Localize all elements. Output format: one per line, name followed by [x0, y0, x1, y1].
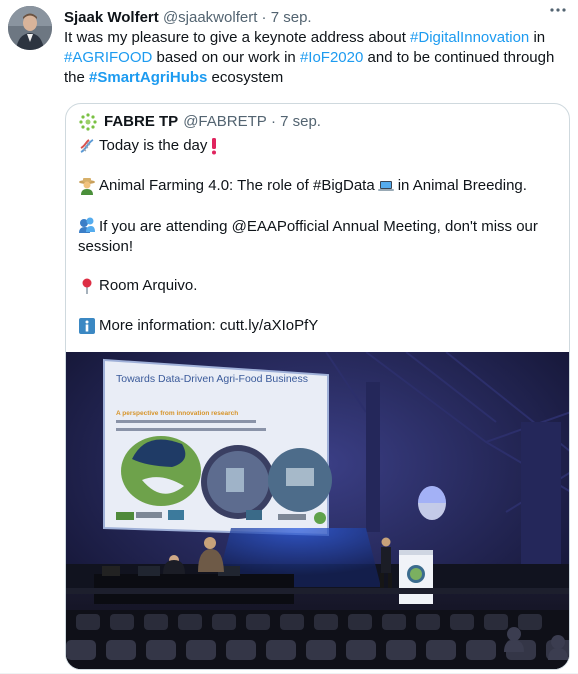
- tweet-text-part: in: [529, 29, 546, 46]
- quote-line: More information: cutt.ly/aXIoPfY: [78, 316, 558, 336]
- exclamation-icon: [212, 138, 217, 155]
- tweet-text: It was my pleasure to give a keynote add…: [64, 28, 564, 88]
- hashtag-link[interactable]: #SmartAgriHubs: [89, 69, 207, 86]
- tweet-date[interactable]: 7 sep.: [271, 9, 312, 26]
- quote-line-text: Room Arquivo.: [99, 277, 198, 294]
- slide-title: Towards Data-Driven Agri-Food Business: [116, 373, 308, 385]
- avatar[interactable]: [8, 6, 52, 50]
- quote-avatar[interactable]: [78, 112, 98, 132]
- more-icon[interactable]: [548, 4, 568, 16]
- tweet-header: Sjaak Wolfert @sjaakwolfert · 7 sep.: [64, 8, 564, 28]
- quote-header: FABRE TP @FABRETP · 7 sep.: [78, 112, 321, 132]
- tweet[interactable]: Sjaak Wolfert @sjaakwolfert · 7 sep. It …: [0, 0, 578, 674]
- author-name[interactable]: Sjaak Wolfert: [64, 9, 159, 26]
- quote-line-text: More information: cutt.ly/aXIoPfY: [99, 317, 319, 334]
- laptop-icon: [377, 181, 394, 191]
- hashtag-link[interactable]: #AGRIFOOD: [64, 49, 152, 66]
- quote-line-text: Animal Farming 4.0: The role of #BigData: [99, 177, 375, 194]
- quote-line: Room Arquivo.: [78, 276, 558, 296]
- tweet-text-part: It was my pleasure to give a keynote add…: [64, 29, 411, 46]
- media-image[interactable]: Towards Data-Driven Agri-Food Business A…: [66, 352, 569, 669]
- tweet-text-part: ecosystem: [207, 69, 284, 86]
- dna-icon: [80, 139, 94, 153]
- speaking-head-icon: [79, 217, 95, 233]
- quote-line: Today is the day: [78, 136, 558, 156]
- quote-date[interactable]: 7 sep.: [280, 112, 321, 132]
- quote-author-name[interactable]: FABRE TP: [104, 112, 178, 132]
- quote-line: If you are attending @EAAPofficial Annua…: [78, 216, 558, 257]
- quoted-tweet[interactable]: FABRE TP @FABRETP · 7 sep. Today is the …: [65, 103, 570, 670]
- quote-line-text: in Animal Breeding.: [397, 177, 527, 194]
- quote-author-handle[interactable]: @FABRETP: [183, 112, 267, 132]
- farmer-icon: [79, 178, 95, 195]
- slide-subtitle: A perspective from innovation research: [116, 410, 238, 417]
- quote-line: Animal Farming 4.0: The role of #BigData…: [78, 176, 558, 196]
- tweet-text-part: based on our work in: [152, 49, 300, 66]
- round-pushpin-icon: [82, 278, 92, 294]
- separator: ·: [270, 113, 276, 130]
- hashtag-link[interactable]: #IoF2020: [300, 49, 363, 66]
- separator: ·: [261, 9, 267, 26]
- author-handle[interactable]: @sjaakwolfert: [163, 9, 257, 26]
- quote-line-text: If you are attending @EAAPofficial Annua…: [78, 218, 538, 255]
- quote-line-text: Today is the day: [99, 137, 208, 154]
- hashtag-link[interactable]: #DigitalInnovation: [410, 29, 529, 46]
- information-icon: [79, 318, 95, 334]
